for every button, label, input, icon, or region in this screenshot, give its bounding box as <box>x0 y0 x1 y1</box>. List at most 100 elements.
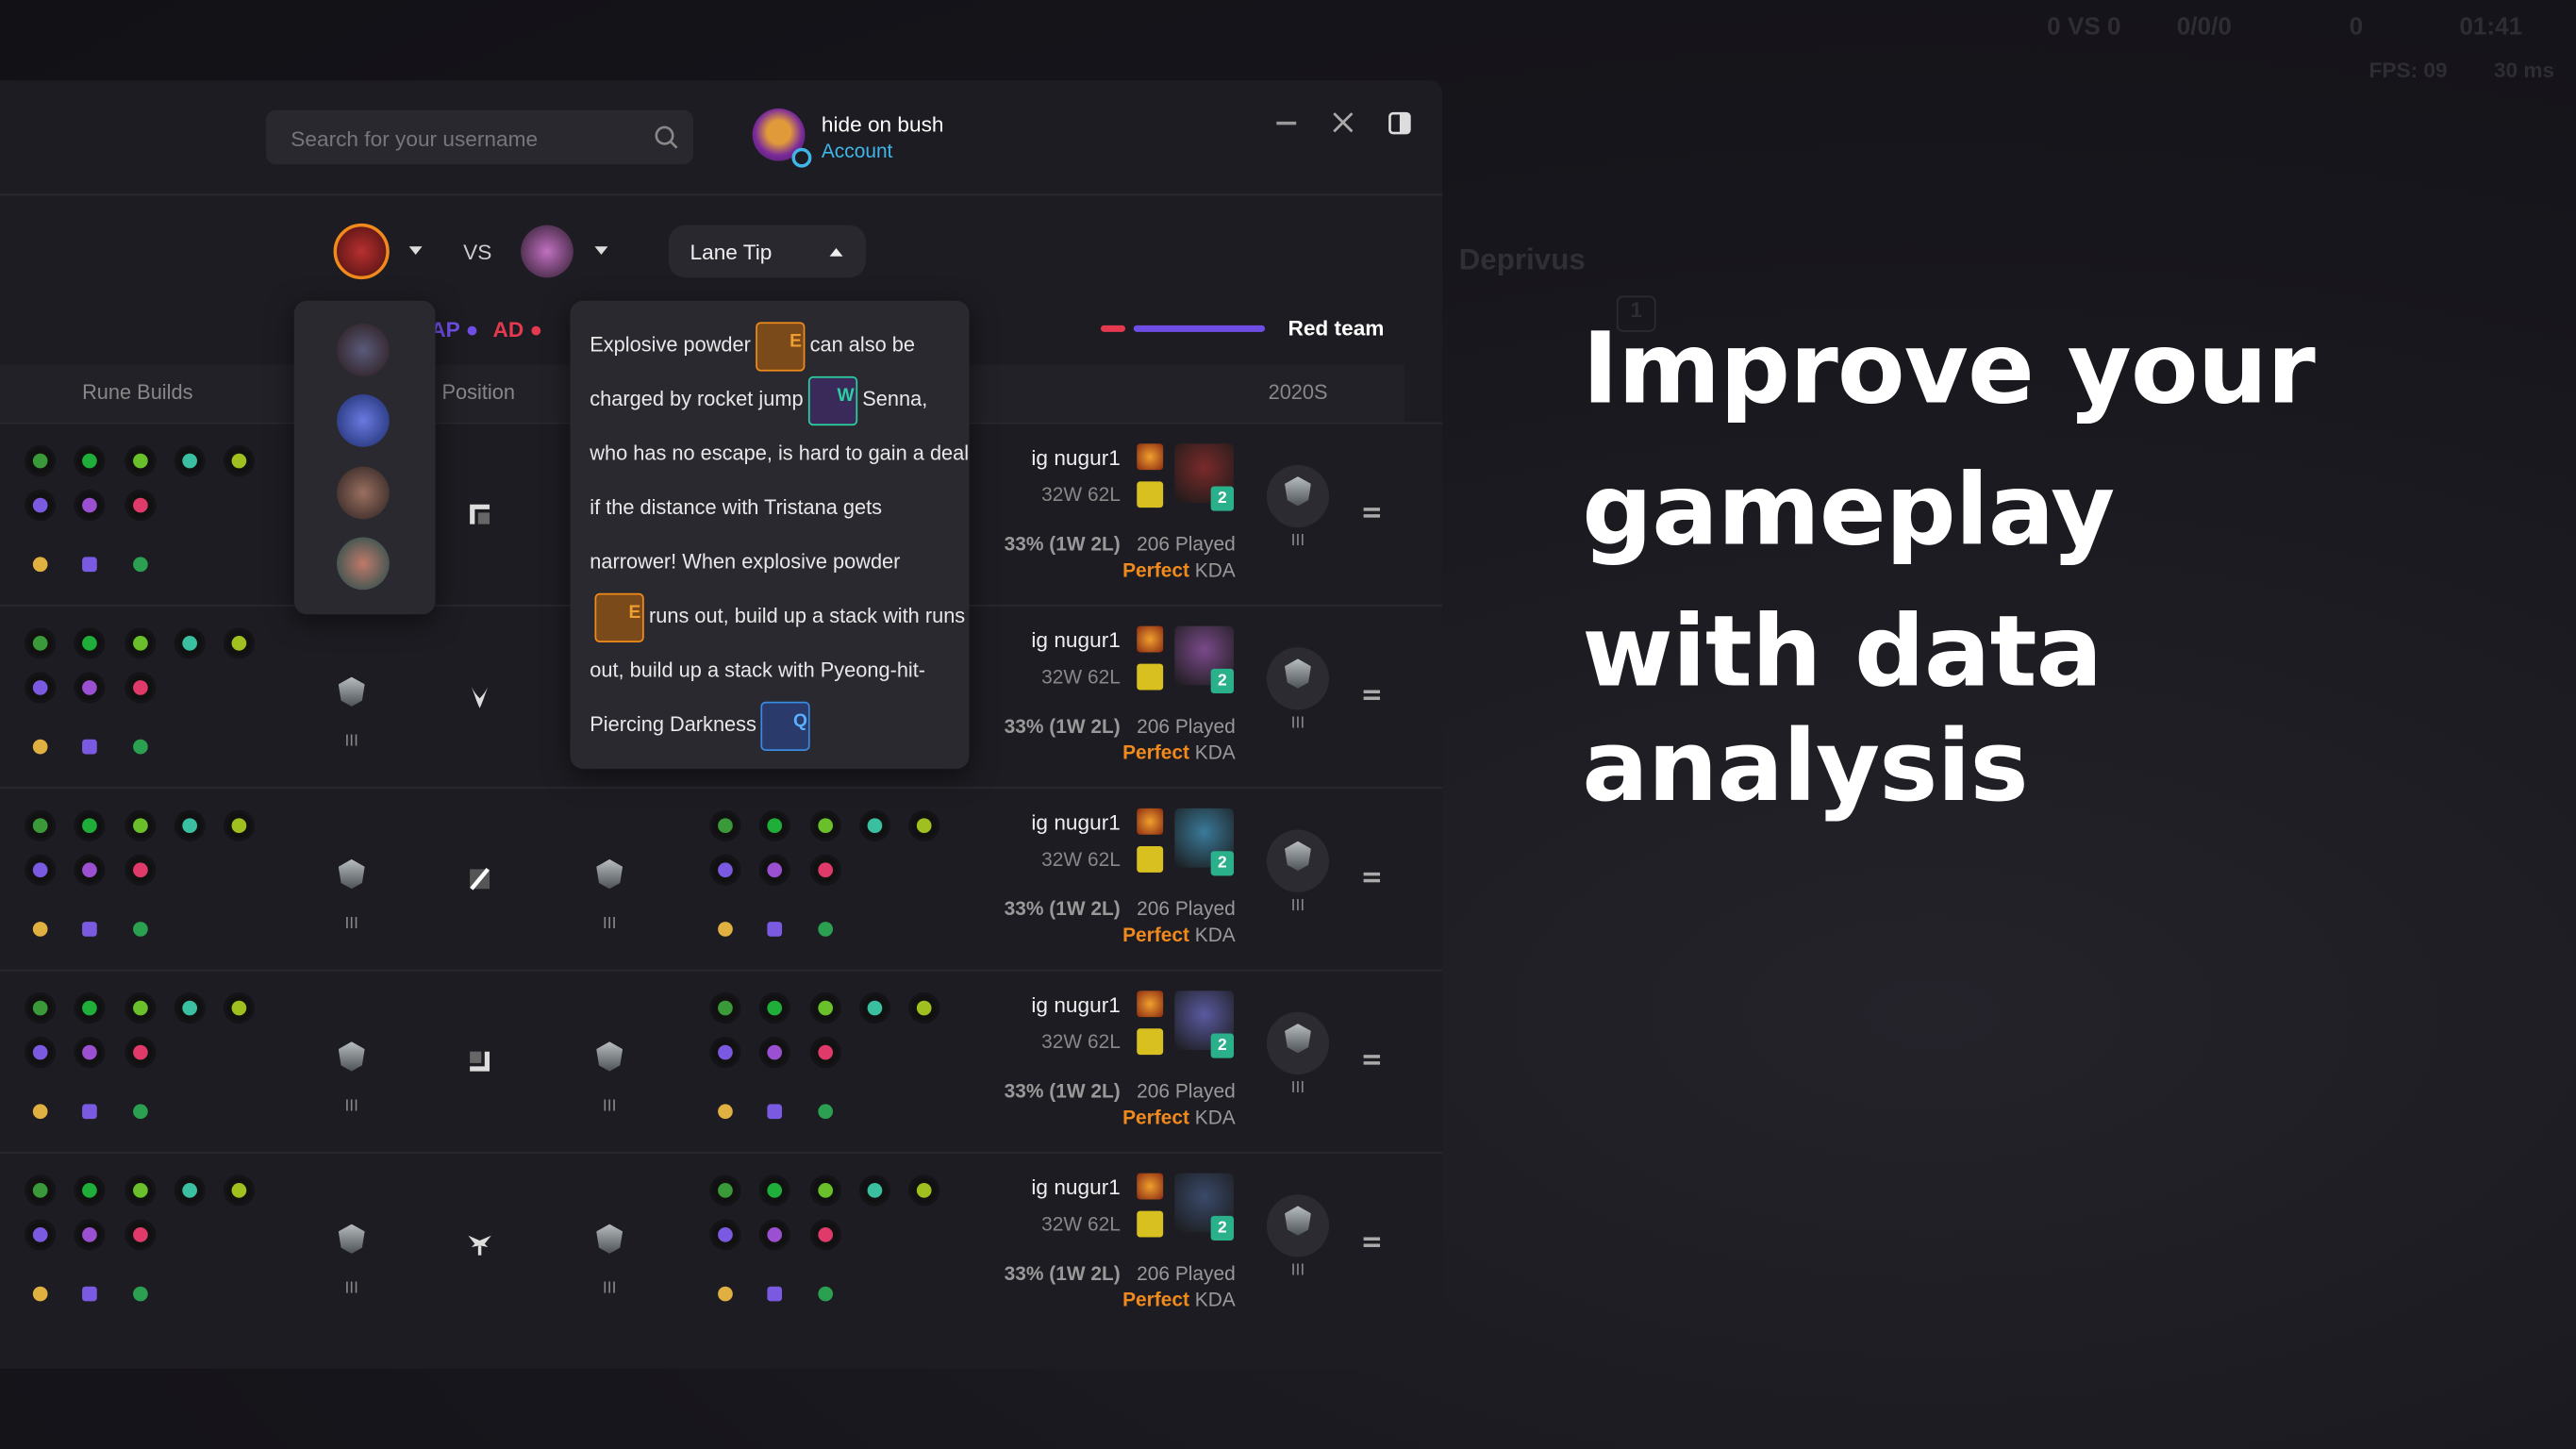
rune-icon[interactable] <box>762 1222 788 1247</box>
stat-shard-icon[interactable] <box>28 1099 53 1124</box>
stat-shard-icon[interactable] <box>127 1282 152 1307</box>
player-name[interactable]: ig nugur1 <box>1031 627 1120 652</box>
rune-icon[interactable] <box>77 448 103 474</box>
rune-icon[interactable] <box>812 1177 838 1203</box>
rune-icon[interactable] <box>176 448 203 474</box>
rune-icon[interactable] <box>176 630 203 656</box>
player-name[interactable]: ig nugur1 <box>1031 1174 1120 1199</box>
rune-icon[interactable] <box>27 995 53 1021</box>
stat-shard-icon[interactable] <box>713 1282 738 1307</box>
rune-icon[interactable] <box>127 813 153 839</box>
rune-icon[interactable] <box>712 1177 739 1203</box>
stat-shard-icon[interactable] <box>77 735 102 759</box>
rune-icon[interactable] <box>911 1177 938 1203</box>
table-row[interactable]: III III ig nugur1 32W 62L 2 33% (1W 2L) 2… <box>0 787 1443 971</box>
rune-icon[interactable] <box>712 1040 739 1065</box>
rune-icon[interactable] <box>77 813 103 839</box>
rune-icon[interactable] <box>226 813 252 839</box>
table-row[interactable]: III III ig nugur1 32W 62L 2 33% (1W 2L) 2… <box>0 1151 1443 1336</box>
rune-icon[interactable] <box>27 492 53 518</box>
rune-icon[interactable] <box>762 813 788 839</box>
opponent-champion-avatar[interactable] <box>521 225 573 278</box>
stat-shard-icon[interactable] <box>28 552 53 576</box>
rune-icon[interactable] <box>127 1222 153 1247</box>
rune-icon[interactable] <box>226 995 252 1021</box>
rune-icon[interactable] <box>127 675 153 700</box>
stat-shard-icon[interactable] <box>77 1099 102 1124</box>
table-row[interactable]: III III ig nugur1 32W 62L 2 33% (1W 2L) 2… <box>0 969 1443 1154</box>
stat-shard-icon[interactable] <box>812 1282 837 1307</box>
rune-icon[interactable] <box>712 995 739 1021</box>
stat-shard-icon[interactable] <box>28 1282 53 1307</box>
stat-shard-icon[interactable] <box>127 552 152 576</box>
drag-handle-icon[interactable] <box>1363 1237 1381 1241</box>
rune-icon[interactable] <box>812 813 838 839</box>
rune-icon[interactable] <box>27 1222 53 1247</box>
rune-icon[interactable] <box>226 1177 252 1203</box>
rune-icon[interactable] <box>812 1222 838 1247</box>
stat-shard-icon[interactable] <box>713 917 738 941</box>
rune-icon[interactable] <box>77 630 103 656</box>
rune-icon[interactable] <box>712 858 739 883</box>
rune-icon[interactable] <box>27 630 53 656</box>
stat-shard-icon[interactable] <box>713 1099 738 1124</box>
rune-icon[interactable] <box>127 995 153 1021</box>
champion-option[interactable] <box>337 324 390 376</box>
rune-icon[interactable] <box>127 630 153 656</box>
rune-icon[interactable] <box>27 675 53 700</box>
search-input[interactable] <box>287 125 640 153</box>
rune-icon[interactable] <box>911 995 938 1021</box>
rune-icon[interactable] <box>762 1040 788 1065</box>
rune-icon[interactable] <box>812 1040 838 1065</box>
drag-handle-icon[interactable] <box>1363 872 1381 876</box>
rune-icon[interactable] <box>77 1222 103 1247</box>
rune-icon[interactable] <box>712 1222 739 1247</box>
rune-icon[interactable] <box>862 1177 888 1203</box>
rune-icon[interactable] <box>77 675 103 700</box>
rune-icon[interactable] <box>77 492 103 518</box>
rune-icon[interactable] <box>127 492 153 518</box>
close-icon[interactable] <box>1333 111 1354 133</box>
stat-shard-icon[interactable] <box>812 917 837 941</box>
rune-icon[interactable] <box>176 813 203 839</box>
chevron-down-icon[interactable] <box>594 246 608 261</box>
rune-icon[interactable] <box>77 1040 103 1065</box>
rune-icon[interactable] <box>27 1177 53 1203</box>
drag-handle-icon[interactable] <box>1363 508 1381 511</box>
champion-option[interactable] <box>337 466 390 520</box>
stat-shard-icon[interactable] <box>763 917 788 941</box>
rune-icon[interactable] <box>862 995 888 1021</box>
drag-handle-icon[interactable] <box>1363 1055 1381 1058</box>
account-link[interactable]: Account <box>822 140 893 162</box>
rune-icon[interactable] <box>812 858 838 883</box>
stat-shard-icon[interactable] <box>28 735 53 759</box>
minimize-icon[interactable] <box>1276 121 1297 125</box>
stat-shard-icon[interactable] <box>763 1282 788 1307</box>
rune-icon[interactable] <box>762 858 788 883</box>
search-box[interactable] <box>266 109 693 165</box>
chevron-down-icon[interactable] <box>408 246 423 261</box>
stat-shard-icon[interactable] <box>77 1282 102 1307</box>
drag-handle-icon[interactable] <box>1363 690 1381 693</box>
rune-icon[interactable] <box>77 858 103 883</box>
sidebar-toggle-icon[interactable] <box>1388 111 1411 135</box>
player-name[interactable]: ig nugur1 <box>1031 445 1120 470</box>
champion-option[interactable] <box>337 394 390 447</box>
rune-icon[interactable] <box>712 813 739 839</box>
rune-icon[interactable] <box>176 1177 203 1203</box>
stat-shard-icon[interactable] <box>77 552 102 576</box>
rune-icon[interactable] <box>27 1040 53 1065</box>
rune-icon[interactable] <box>127 1177 153 1203</box>
rune-icon[interactable] <box>911 813 938 839</box>
stat-shard-icon[interactable] <box>127 917 152 941</box>
rune-icon[interactable] <box>127 448 153 474</box>
rune-icon[interactable] <box>127 858 153 883</box>
my-champion-avatar[interactable] <box>333 223 390 280</box>
rune-icon[interactable] <box>226 448 252 474</box>
stat-shard-icon[interactable] <box>127 1099 152 1124</box>
rune-icon[interactable] <box>77 1177 103 1203</box>
stat-shard-icon[interactable] <box>812 1099 837 1124</box>
lane-tip-dropdown[interactable]: Lane Tip <box>668 225 866 278</box>
rune-icon[interactable] <box>77 995 103 1021</box>
rune-icon[interactable] <box>176 995 203 1021</box>
